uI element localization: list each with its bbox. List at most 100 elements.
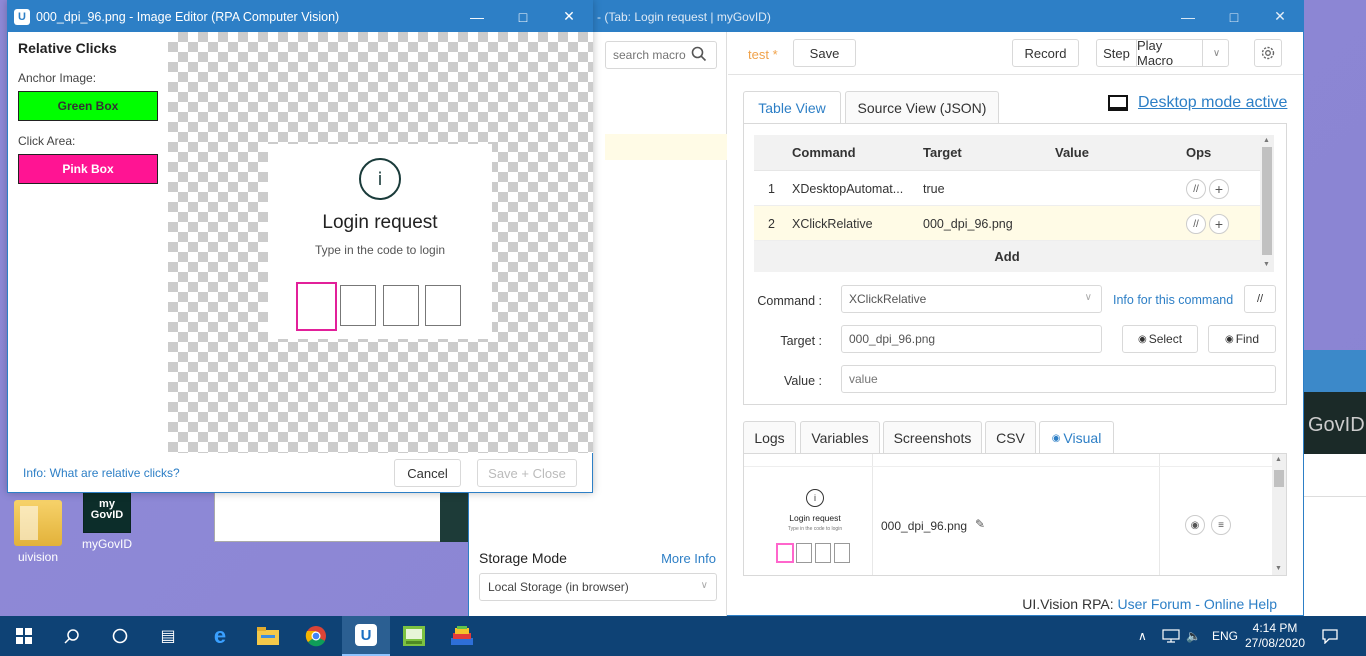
storage-more-info-link[interactable]: More Info — [661, 551, 716, 566]
visual-panel: i Login request Type in the code to logi… — [743, 453, 1287, 576]
show-hidden-icons-chevron[interactable]: ∧ — [1138, 616, 1147, 656]
play-macro-button[interactable]: Play Macro — [1137, 38, 1203, 68]
table-row[interactable]: 1 XDesktopAutomat... true // + — [754, 171, 1260, 206]
login-subtitle: Type in the code to login — [314, 243, 446, 257]
save-button[interactable]: Save — [793, 39, 856, 67]
desktop-icon-mygovid[interactable]: my GovID myGovID — [72, 487, 142, 551]
minimize-icon[interactable]: — — [1165, 1, 1211, 32]
background-window-dark — [440, 490, 468, 542]
storage-mode-value: Local Storage (in browser) — [488, 580, 629, 594]
thumb-title: Login request — [789, 513, 841, 523]
tab-visual[interactable]: ◉ Visual — [1039, 421, 1114, 454]
row-number: 2 — [768, 217, 775, 231]
find-button[interactable]: ◉ Find — [1208, 325, 1276, 353]
thumb-subtitle: Type in the code to login — [787, 526, 843, 532]
select-button[interactable]: ◉ Select — [1122, 325, 1198, 353]
app-green-icon[interactable] — [390, 616, 438, 656]
uivision-taskbar-icon[interactable]: U — [342, 616, 390, 656]
chrome-icon[interactable] — [292, 616, 340, 656]
main-window-title: - (Tab: Login request | myGovID) — [597, 9, 771, 24]
tab-csv[interactable]: CSV — [985, 421, 1036, 453]
scrollbar-thumb[interactable] — [1262, 147, 1272, 255]
tab-screenshots[interactable]: Screenshots — [883, 421, 982, 453]
edge-browser-icon[interactable]: e — [196, 616, 244, 656]
notification-icon[interactable] — [1322, 616, 1338, 656]
cortana-icon[interactable] — [96, 616, 144, 656]
maximize-icon[interactable]: □ — [500, 1, 546, 32]
comment-toggle-button[interactable]: // — [1244, 285, 1276, 313]
search-icon[interactable] — [691, 46, 707, 62]
view-eye-icon[interactable]: ◉ — [1185, 515, 1205, 535]
info-for-command-link[interactable]: Info for this command — [1113, 293, 1233, 307]
online-help-link[interactable]: Online Help — [1204, 596, 1277, 612]
volume-icon[interactable]: 🔈 — [1186, 616, 1201, 656]
row-command: XDesktopAutomat... — [792, 182, 904, 196]
pink-box-button[interactable]: Pink Box — [18, 154, 158, 184]
visual-scrollbar[interactable]: ▲ ▼ — [1272, 454, 1286, 575]
command-select[interactable]: XClickRelative ∨ — [841, 285, 1102, 313]
value-input[interactable] — [841, 365, 1276, 393]
add-icon[interactable]: + — [1209, 214, 1229, 234]
selected-macro-row[interactable] — [605, 134, 727, 160]
table-row[interactable]: 2 XClickRelative 000_dpi_96.png // + — [754, 206, 1260, 241]
close-icon[interactable]: ✕ — [546, 1, 592, 32]
settings-gear-icon[interactable] — [1254, 39, 1282, 67]
cancel-button[interactable]: Cancel — [394, 459, 461, 487]
windows-start-icon[interactable] — [0, 616, 48, 656]
editor-window-title: 000_dpi_96.png - Image Editor (RPA Compu… — [36, 9, 340, 24]
desktop-icon-label: myGovID — [81, 537, 132, 551]
language-indicator[interactable]: ENG — [1212, 616, 1238, 656]
step-button[interactable]: Step — [1097, 40, 1137, 66]
scroll-down-icon[interactable]: ▼ — [1275, 565, 1282, 572]
save-close-button[interactable]: Save + Close — [477, 459, 577, 487]
comment-icon[interactable]: // — [1186, 214, 1206, 234]
image-canvas[interactable]: i Login request Type in the code to logi… — [168, 32, 593, 453]
header-value: Value — [1055, 145, 1089, 160]
table-header: Command Target Value Ops — [754, 135, 1260, 171]
scroll-up-icon[interactable]: ▲ — [1275, 456, 1282, 463]
edit-pencil-icon[interactable]: ✎ — [975, 517, 985, 531]
tab-variables[interactable]: Variables — [800, 421, 880, 453]
network-icon[interactable] — [1162, 616, 1180, 656]
task-view-icon[interactable]: ▤ — [144, 616, 192, 656]
search-icon[interactable] — [48, 616, 96, 656]
taskbar: ▤ e U ∧ 🔈 ENG 4:14 PM 27/08/2020 — [0, 616, 1366, 656]
storage-mode-select[interactable]: Local Storage (in browser) ∨ — [479, 573, 717, 601]
desktop-icon-uivision[interactable]: uivision — [3, 500, 73, 564]
scroll-up-icon[interactable]: ▲ — [1263, 137, 1270, 144]
command-table: Command Target Value Ops 1 XDesktopAutom… — [754, 135, 1274, 272]
close-icon[interactable]: ✕ — [1257, 1, 1303, 32]
storage-mode-label: Storage Mode — [479, 550, 567, 566]
list-icon[interactable]: ≡ — [1211, 515, 1231, 535]
visual-thumbnail[interactable]: i Login request Type in the code to logi… — [770, 489, 860, 575]
relative-clicks-info-link[interactable]: Info: What are relative clicks? — [23, 466, 180, 480]
click-area-box[interactable] — [296, 282, 337, 331]
user-forum-link[interactable]: User Forum — [1117, 596, 1191, 612]
bluestacks-icon[interactable] — [438, 616, 486, 656]
desktop-icon-label: uivision — [17, 550, 59, 564]
table-scrollbar[interactable]: ▲ ▼ — [1260, 135, 1274, 272]
file-explorer-icon[interactable] — [244, 616, 292, 656]
desktop-mode-indicator[interactable]: Desktop mode active — [1108, 94, 1287, 112]
folder-icon — [14, 500, 62, 546]
editor-titlebar[interactable]: U 000_dpi_96.png - Image Editor (RPA Com… — [8, 1, 592, 32]
desktop-mode-link[interactable]: Desktop mode active — [1138, 94, 1287, 112]
tab-logs[interactable]: Logs — [743, 421, 796, 453]
green-box-button[interactable]: Green Box — [18, 91, 158, 121]
uivision-logo-icon: U — [14, 8, 30, 25]
scrollbar-thumb[interactable] — [1274, 470, 1284, 487]
play-options-chevron-icon[interactable]: ∨ — [1203, 40, 1230, 66]
tab-table-view[interactable]: Table View — [743, 91, 841, 124]
maximize-icon[interactable]: □ — [1211, 1, 1257, 32]
minimize-icon[interactable]: — — [454, 1, 500, 32]
mygovid-app-icon: my GovID — [83, 487, 131, 533]
main-titlebar[interactable]: - (Tab: Login request | myGovID) — □ ✕ — [469, 1, 1303, 32]
add-command-button[interactable]: Add — [754, 241, 1260, 272]
clock[interactable]: 4:14 PM 27/08/2020 — [1245, 616, 1305, 656]
scroll-down-icon[interactable]: ▼ — [1263, 261, 1270, 268]
comment-icon[interactable]: // — [1186, 179, 1206, 199]
tab-source-view[interactable]: Source View (JSON) — [845, 91, 999, 123]
record-button[interactable]: Record — [1012, 39, 1079, 67]
add-icon[interactable]: + — [1209, 179, 1229, 199]
target-input[interactable]: 000_dpi_96.png — [841, 325, 1102, 353]
